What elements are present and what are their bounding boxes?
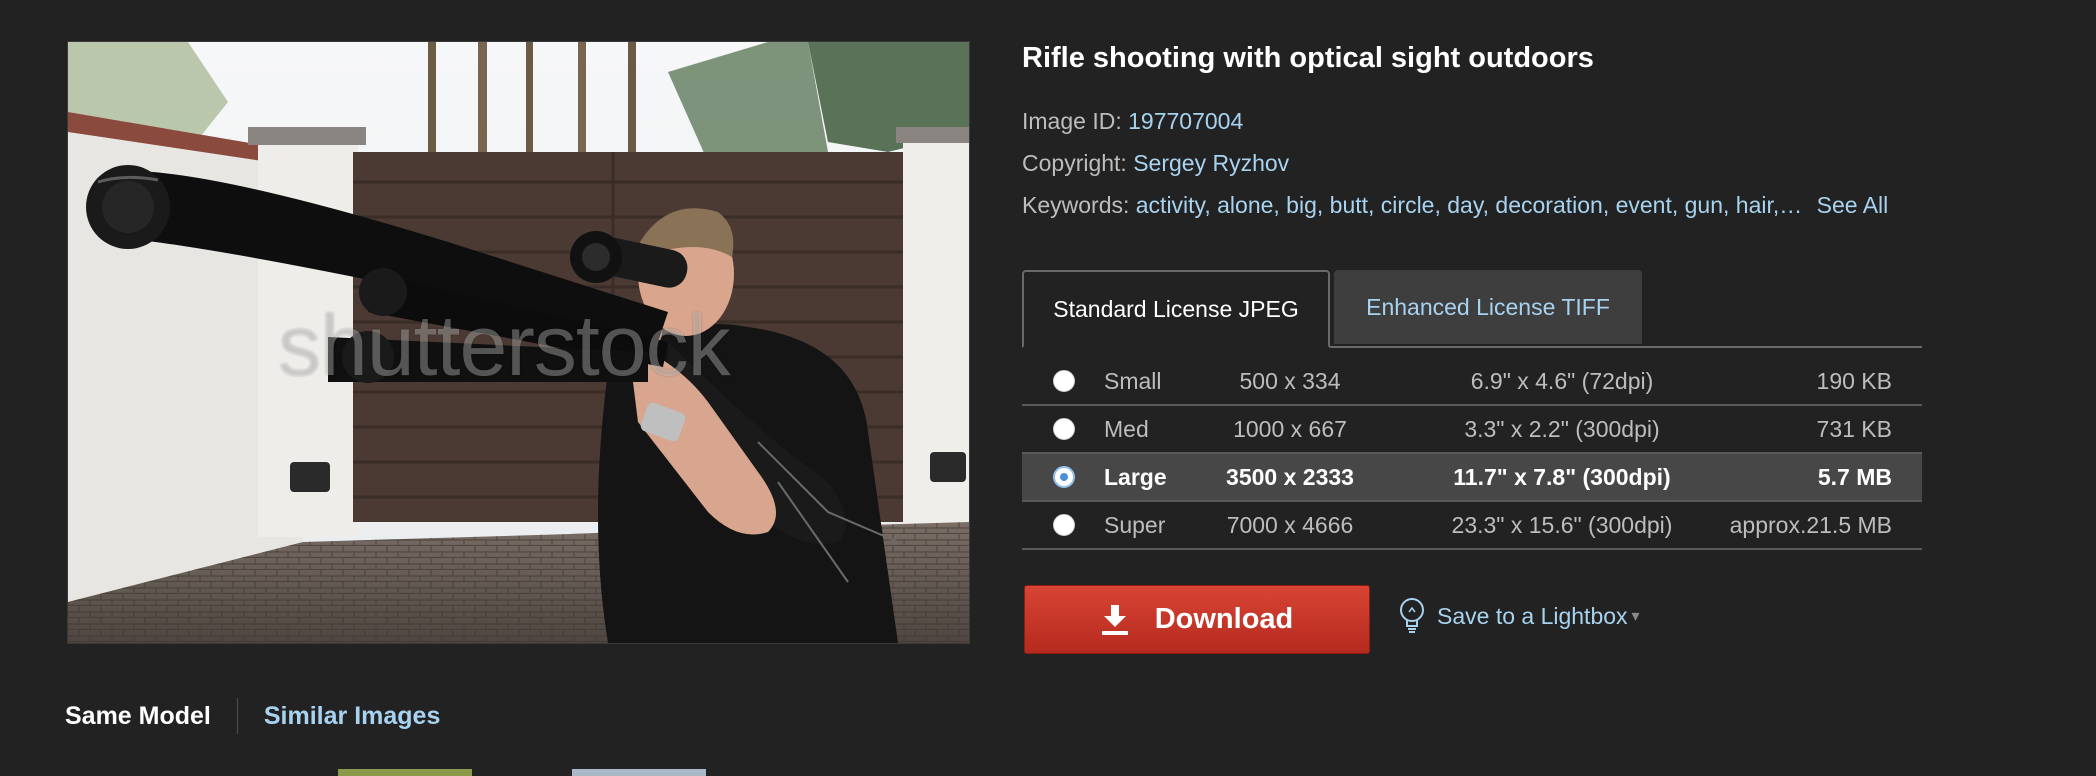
size-radio-large[interactable] <box>1053 466 1075 488</box>
tab-divider <box>236 698 238 734</box>
image-id-value: 197707004 <box>1128 108 1244 134</box>
size-file-size: 731 KB <box>1816 416 1892 442</box>
keywords-list[interactable]: activity, alone, big, butt, circle, day,… <box>1136 192 1803 218</box>
image-id-label: Image ID: <box>1022 108 1122 134</box>
size-inches: 3.3" x 2.2" (300dpi) <box>1464 416 1660 442</box>
keywords-label: Keywords: <box>1022 192 1130 218</box>
related-images-tabs: Same Model Similar Images <box>65 696 440 736</box>
image-title: Rifle shooting with optical sight outdoo… <box>1022 42 1594 74</box>
size-inches: 11.7" x 7.8" (300dpi) <box>1453 464 1671 490</box>
copyright-label: Copyright: <box>1022 150 1127 176</box>
size-file-size: 190 KB <box>1816 368 1892 394</box>
tab-standard-license[interactable]: Standard License JPEG <box>1022 270 1330 348</box>
related-thumbnail[interactable] <box>572 769 706 776</box>
copyright-row: Copyright: Sergey Ryzhov <box>1022 148 1922 178</box>
size-pixels: 500 x 334 <box>1239 368 1341 394</box>
download-label: Download <box>1154 603 1294 635</box>
lightbulb-icon <box>1400 598 1424 633</box>
keywords-row: Keywords: activity, alone, big, butt, ci… <box>1022 190 1922 220</box>
related-thumbnail[interactable] <box>338 769 472 776</box>
save-to-lightbox[interactable]: Save to a Lightbox ▾ <box>1397 596 1640 636</box>
size-name: Super <box>1104 512 1166 538</box>
size-inches: 6.9" x 4.6" (72dpi) <box>1470 368 1654 394</box>
size-pixels: 1000 x 667 <box>1233 416 1347 442</box>
size-name: Med <box>1104 416 1149 442</box>
preview-photo <box>68 42 969 643</box>
size-pixels: 7000 x 4666 <box>1226 512 1354 538</box>
size-radio-med[interactable] <box>1053 418 1075 440</box>
size-name: Large <box>1104 464 1167 490</box>
size-pixels: 3500 x 2333 <box>1226 464 1354 490</box>
size-row-super[interactable]: Super 7000 x 4666 23.3" x 15.6" (300dpi)… <box>1022 502 1922 550</box>
image-preview[interactable]: shutterstock <box>67 41 970 644</box>
size-file-size: 5.7 MB <box>1817 464 1892 490</box>
tab-enhanced-license[interactable]: Enhanced License TIFF <box>1334 270 1642 344</box>
image-id-row: Image ID: 197707004 <box>1022 106 1922 136</box>
size-inches: 23.3" x 15.6" (300dpi) <box>1451 512 1673 538</box>
size-row-med[interactable]: Med 1000 x 667 3.3" x 2.2" (300dpi) 731 … <box>1022 406 1922 454</box>
size-file-size: approx.21.5 MB <box>1729 512 1892 538</box>
lightbox-label: Save to a Lightbox <box>1437 602 1628 629</box>
size-name: Small <box>1104 368 1162 394</box>
size-radio-super[interactable] <box>1053 514 1075 536</box>
size-row-small[interactable]: Small 500 x 334 6.9" x 4.6" (72dpi) 190 … <box>1022 358 1922 406</box>
chevron-down-icon[interactable]: ▾ <box>1632 606 1640 626</box>
see-all-link[interactable]: See All <box>1817 192 1889 218</box>
size-row-large[interactable]: Large 3500 x 2333 11.7" x 7.8" (300dpi) … <box>1022 454 1922 502</box>
size-radio-small[interactable] <box>1053 370 1075 392</box>
license-tabs: Standard License JPEG Enhanced License T… <box>1022 270 1922 348</box>
download-icon <box>1101 604 1128 635</box>
tab-same-model[interactable]: Same Model <box>65 702 211 731</box>
image-details: Rifle shooting with optical sight outdoo… <box>1022 40 1922 220</box>
copyright-link[interactable]: Sergey Ryzhov <box>1133 150 1289 176</box>
tab-similar-images[interactable]: Similar Images <box>264 702 440 731</box>
size-options-table: Small 500 x 334 6.9" x 4.6" (72dpi) 190 … <box>1022 358 1922 550</box>
download-button[interactable]: Download <box>1024 585 1370 654</box>
